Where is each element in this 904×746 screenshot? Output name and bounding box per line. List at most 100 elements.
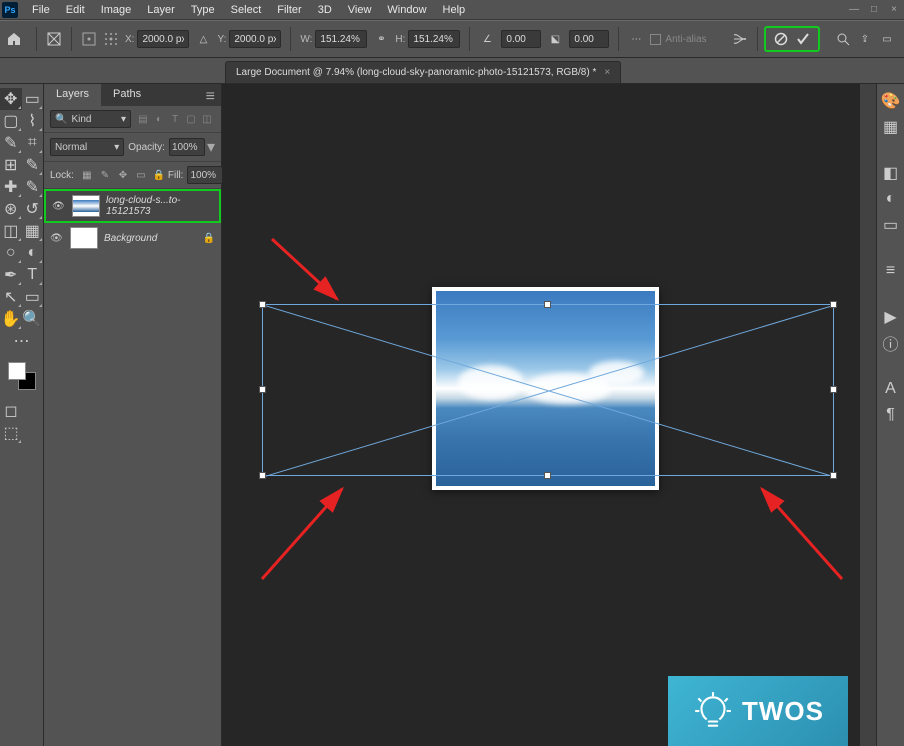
fill-input[interactable] (187, 166, 223, 184)
menu-3d[interactable]: 3D (310, 2, 340, 18)
vertical-scrollbar[interactable] (860, 84, 876, 746)
lock-all-icon[interactable]: 🔒 (152, 168, 166, 182)
window-maximize-button[interactable]: □ (866, 3, 882, 17)
lock-pixels-icon[interactable]: ✎ (98, 168, 112, 182)
lock-artboard-icon[interactable]: ▭ (134, 168, 148, 182)
character-panel-icon[interactable]: A (880, 378, 902, 400)
eraser-tool[interactable]: ◫ (0, 220, 22, 242)
window-close-button[interactable]: × (886, 3, 902, 17)
x-input[interactable] (137, 30, 189, 48)
share-icon[interactable]: ⇪ (854, 28, 876, 50)
actions-panel-icon[interactable]: ▶ (880, 306, 902, 328)
y-input[interactable] (229, 30, 281, 48)
transform-handle-nw[interactable] (259, 301, 266, 308)
blur-tool[interactable]: ○ (0, 242, 22, 264)
info-panel-icon[interactable]: ⓘ (880, 332, 902, 354)
home-icon[interactable] (6, 31, 22, 47)
menu-filter[interactable]: Filter (269, 2, 309, 18)
menu-layer[interactable]: Layer (139, 2, 183, 18)
menu-file[interactable]: File (24, 2, 58, 18)
menu-edit[interactable]: Edit (58, 2, 93, 18)
warp-mode-icon[interactable] (729, 28, 751, 50)
reference-point-grid[interactable] (100, 28, 122, 50)
artboard-tool[interactable]: ▭ (22, 88, 44, 110)
transform-handle-s[interactable] (544, 472, 551, 479)
transform-tool-preset[interactable] (43, 28, 65, 50)
menu-select[interactable]: Select (223, 2, 270, 18)
move-tool[interactable]: ✥ (0, 88, 22, 110)
marquee-tool[interactable]: ▢ (0, 110, 22, 132)
skew-input[interactable] (569, 30, 609, 48)
screen-mode-button[interactable]: ⬚ (0, 422, 22, 444)
hand-tool[interactable]: ✋ (0, 308, 22, 330)
paths-tab[interactable]: Paths (101, 84, 153, 106)
quick-mask-button[interactable]: ◻ (0, 400, 22, 422)
frame-tool[interactable]: ⊞ (0, 154, 22, 176)
history-brush-tool[interactable]: ↺ (22, 198, 44, 220)
adjustments-panel-icon[interactable]: ◐ (880, 188, 902, 210)
layer-item[interactable]: 👁 Background 🔒 (44, 223, 221, 253)
lasso-tool[interactable]: ⌇ (22, 110, 44, 132)
window-minimize-button[interactable]: — (846, 3, 862, 17)
crop-tool[interactable]: ⌗ (22, 132, 44, 154)
transform-handle-se[interactable] (830, 472, 837, 479)
pen-tool[interactable]: ✒ (0, 264, 22, 286)
zoom-tool[interactable]: 🔍 (22, 308, 44, 330)
foreground-color-swatch[interactable] (8, 362, 26, 380)
healing-tool[interactable]: ✚ (0, 176, 22, 198)
menu-image[interactable]: Image (93, 2, 140, 18)
transform-handle-e[interactable] (830, 386, 837, 393)
gradient-tool[interactable]: ▦ (22, 220, 44, 242)
filter-pixel-icon[interactable]: ▤ (136, 112, 150, 126)
filter-shape-icon[interactable]: ▢ (184, 112, 198, 126)
link-aspect-icon[interactable]: ⚭ (370, 28, 392, 50)
transform-handle-n[interactable] (544, 301, 551, 308)
filter-adj-icon[interactable]: ◐ (152, 112, 166, 126)
layer-item[interactable]: 👁 long-cloud-s...to-15121573 (44, 189, 221, 223)
history-panel-icon[interactable]: ≡ (880, 260, 902, 282)
quick-select-tool[interactable]: ✎ (0, 132, 22, 154)
filter-type-icon[interactable]: T (168, 112, 182, 126)
clone-tool[interactable]: ⊛ (0, 198, 22, 220)
dodge-tool[interactable]: ◐ (22, 242, 44, 264)
layer-thumbnail[interactable] (72, 195, 100, 217)
visibility-eye-icon[interactable]: 👁 (52, 201, 66, 212)
swatches-panel-icon[interactable]: ▦ (880, 116, 902, 138)
interpolation-icon[interactable]: ⋯ (625, 28, 647, 50)
color-swatches[interactable] (8, 362, 36, 390)
edit-toolbar-button[interactable]: ⋯ (11, 330, 33, 352)
opacity-input[interactable] (169, 138, 205, 156)
properties-panel-icon[interactable]: ◧ (880, 162, 902, 184)
transform-handle-ne[interactable] (830, 301, 837, 308)
lock-transparency-icon[interactable]: ▦ (80, 168, 94, 182)
panel-menu-icon[interactable]: ≡ (200, 84, 221, 106)
reference-point-icon[interactable] (78, 28, 100, 50)
transform-handle-w[interactable] (259, 386, 266, 393)
transform-bounding-box[interactable] (262, 304, 834, 476)
path-select-tool[interactable]: ↖ (0, 286, 22, 308)
layers-tab[interactable]: Layers (44, 84, 101, 106)
layer-thumbnail[interactable] (70, 227, 98, 249)
paragraph-panel-icon[interactable]: ¶ (880, 404, 902, 426)
commit-transform-button[interactable] (794, 30, 812, 48)
eyedropper-tool[interactable]: ✎ (22, 154, 44, 176)
lock-position-icon[interactable]: ✥ (116, 168, 130, 182)
shape-tool[interactable]: ▭ (22, 286, 44, 308)
menu-window[interactable]: Window (379, 2, 434, 18)
cancel-transform-button[interactable] (772, 30, 790, 48)
blend-mode-select[interactable]: Normal▾ (50, 138, 124, 156)
document-tab[interactable]: Large Document @ 7.94% (long-cloud-sky-p… (225, 61, 621, 83)
canvas-area[interactable]: TWOS (222, 84, 876, 746)
angle-input[interactable] (501, 30, 541, 48)
visibility-eye-icon[interactable]: 👁 (50, 233, 64, 244)
h-input[interactable] (408, 30, 460, 48)
antialias-checkbox[interactable] (650, 34, 661, 45)
w-input[interactable] (315, 30, 367, 48)
menu-type[interactable]: Type (183, 2, 223, 18)
filter-smart-icon[interactable]: ◫ (200, 112, 214, 126)
search-icon[interactable] (832, 28, 854, 50)
transform-handle-sw[interactable] (259, 472, 266, 479)
type-tool[interactable]: T (22, 264, 44, 286)
libraries-panel-icon[interactable]: ▭ (880, 214, 902, 236)
relative-position-icon[interactable]: △ (192, 28, 214, 50)
